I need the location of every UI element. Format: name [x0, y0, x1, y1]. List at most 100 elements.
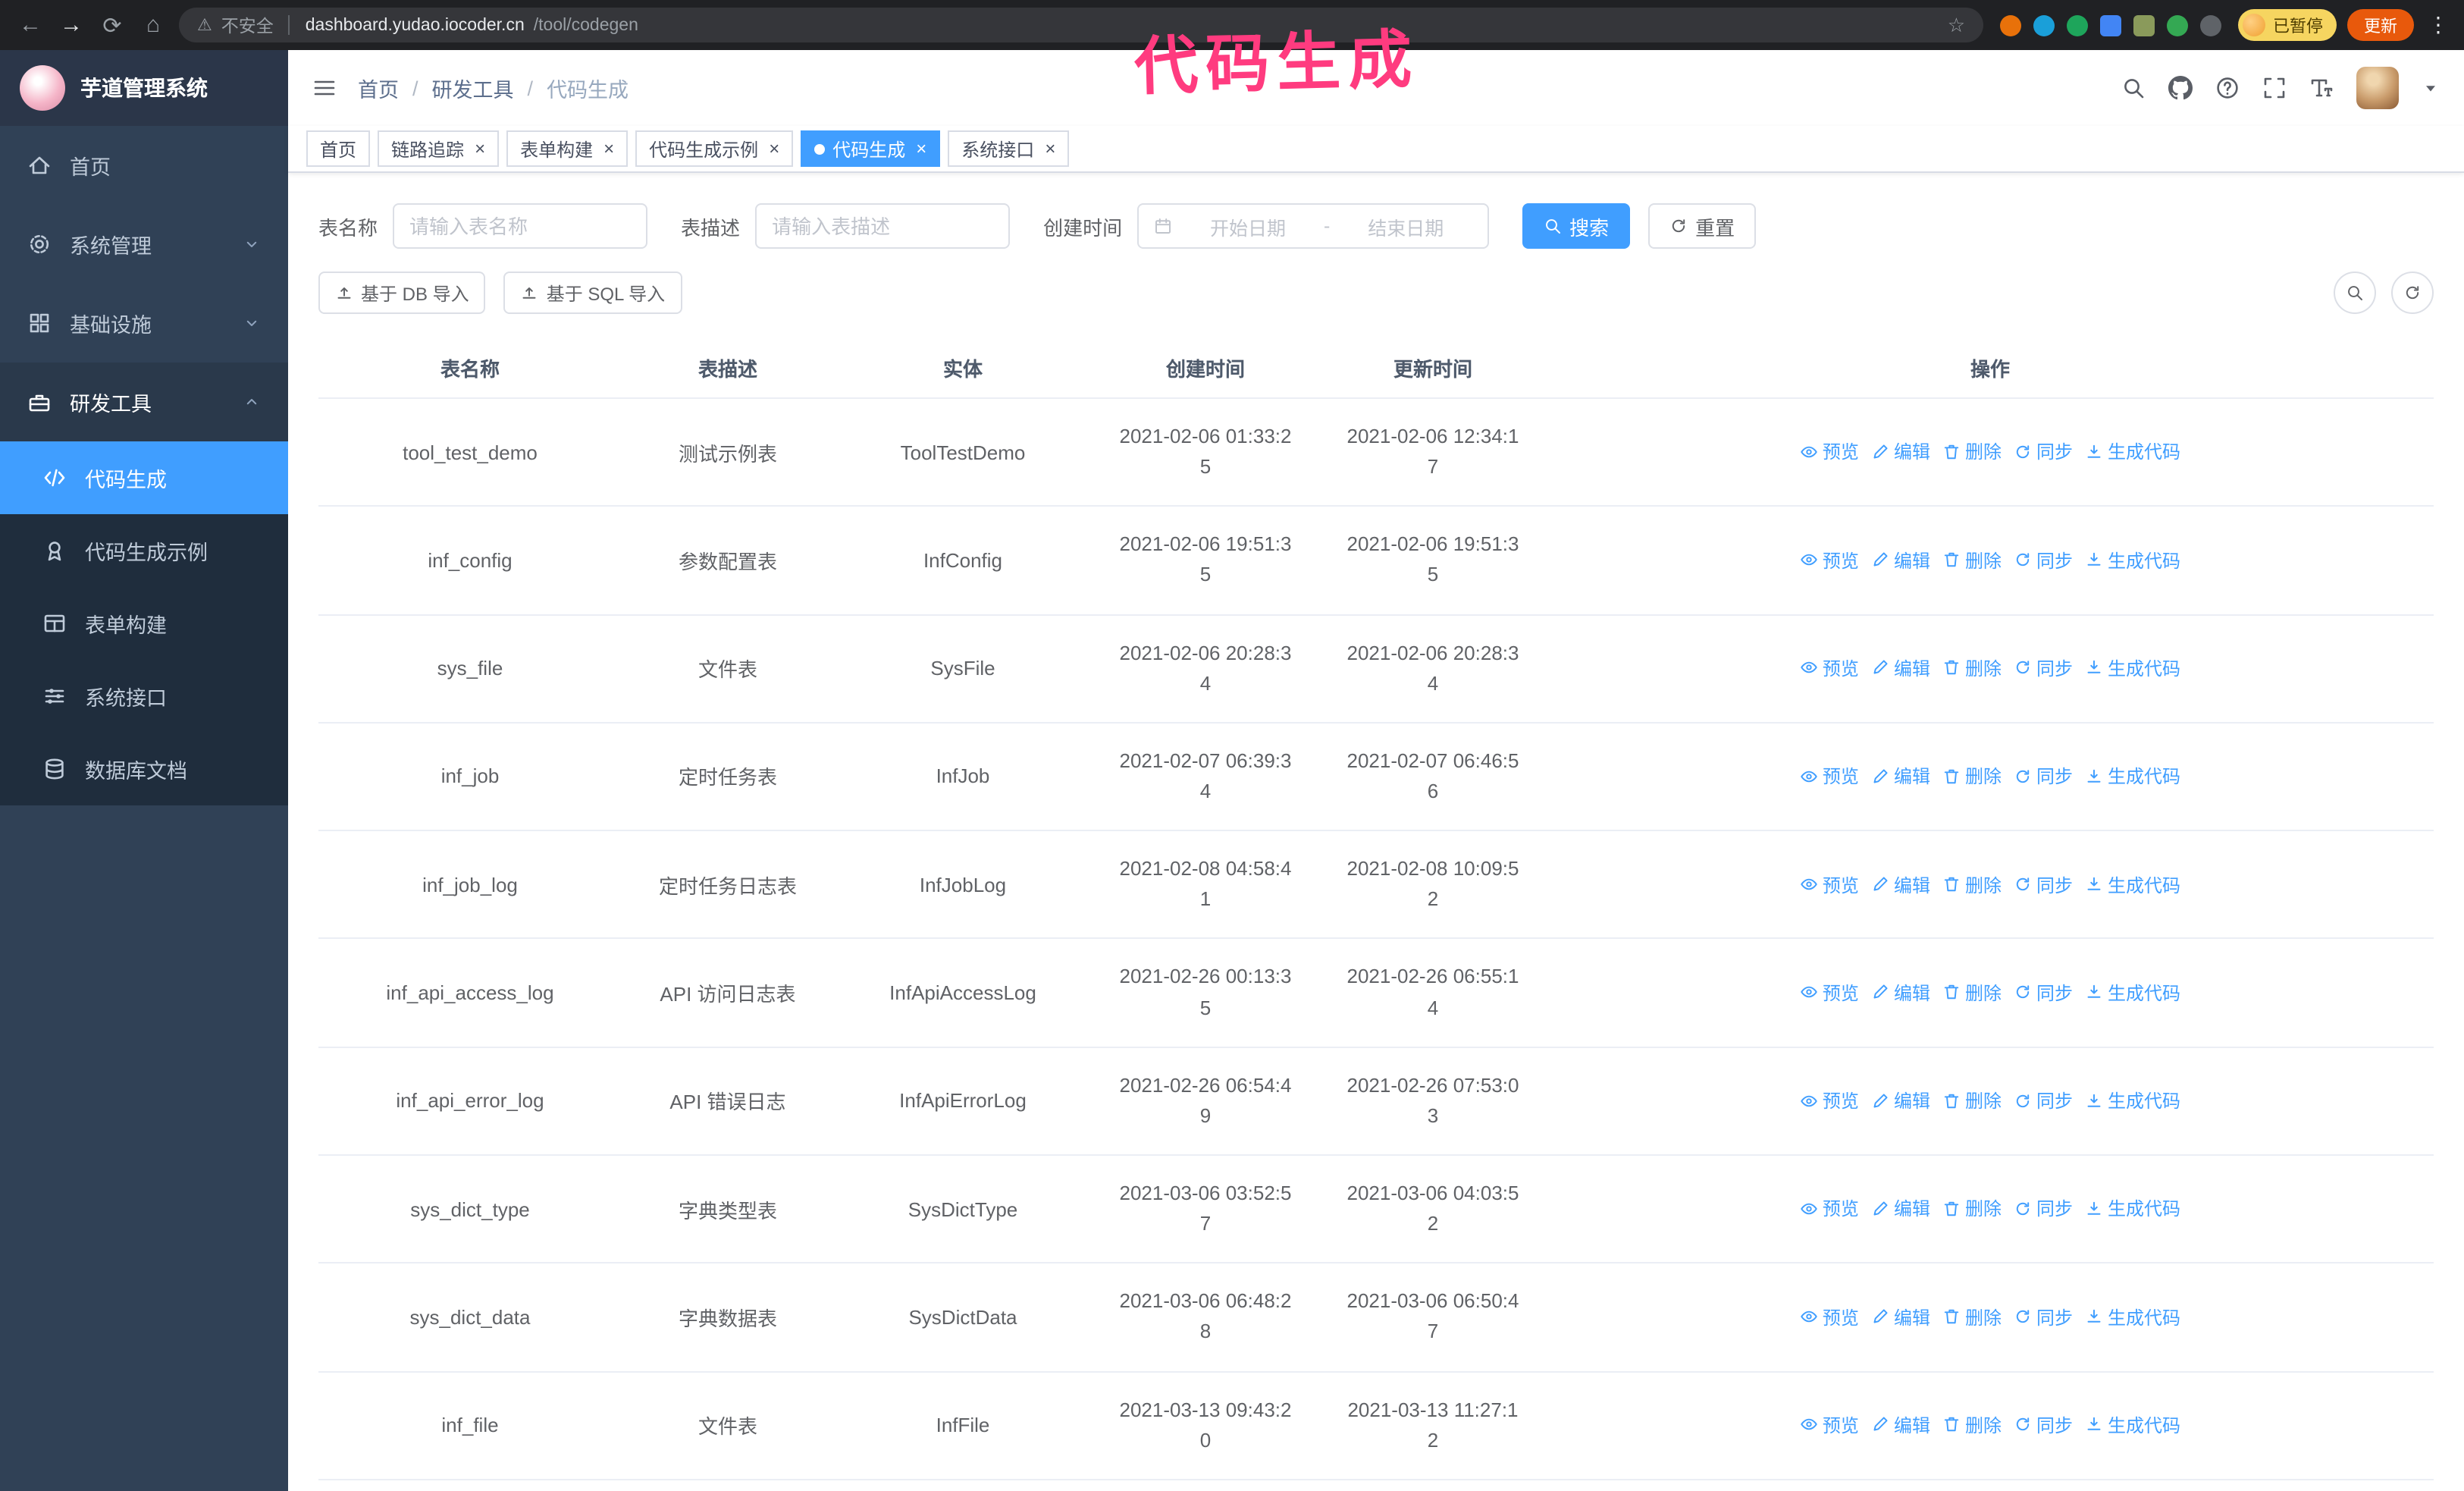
sidebar-item-1[interactable]: 系统管理: [0, 205, 288, 284]
close-icon[interactable]: ×: [769, 140, 779, 158]
generate-code-link[interactable]: 生成代码: [2085, 1196, 2180, 1222]
date-range-picker[interactable]: 开始日期 - 结束日期: [1137, 203, 1490, 249]
extension-icon[interactable]: [2000, 14, 2021, 36]
tab-4[interactable]: 代码生成 ×: [801, 130, 941, 167]
sync-link[interactable]: 同步: [2014, 1412, 2073, 1438]
logo[interactable]: 芋道管理系统: [0, 50, 288, 126]
delete-link[interactable]: 删除: [1942, 655, 2002, 681]
generate-code-link[interactable]: 生成代码: [2085, 871, 2180, 897]
edit-link[interactable]: 编辑: [1871, 871, 1930, 897]
delete-link[interactable]: 删除: [1942, 1196, 2002, 1222]
edit-link[interactable]: 编辑: [1871, 763, 1930, 789]
sidebar-item-3[interactable]: 研发工具: [0, 363, 288, 441]
forward-button[interactable]: →: [56, 8, 86, 42]
edit-link[interactable]: 编辑: [1871, 1088, 1930, 1113]
puzzle-extension-icon[interactable]: [2200, 14, 2221, 36]
sync-link[interactable]: 同步: [2014, 763, 2073, 789]
preview-link[interactable]: 预览: [1800, 980, 1859, 1006]
preview-link[interactable]: 预览: [1800, 547, 1859, 573]
table-name-input[interactable]: [393, 203, 648, 249]
generate-code-link[interactable]: 生成代码: [2085, 655, 2180, 681]
generate-code-link[interactable]: 生成代码: [2085, 547, 2180, 573]
tab-1[interactable]: 链路追踪 ×: [378, 130, 500, 167]
extension-icon[interactable]: [2067, 14, 2088, 36]
search-button[interactable]: 搜索: [1522, 203, 1631, 249]
search-icon[interactable]: [2121, 76, 2146, 100]
sidebar-subitem-3[interactable]: 系统接口: [0, 660, 288, 733]
sidebar-subitem-1[interactable]: 代码生成示例: [0, 514, 288, 587]
table-desc-input[interactable]: [755, 203, 1011, 249]
close-icon[interactable]: ×: [475, 140, 485, 158]
generate-code-link[interactable]: 生成代码: [2085, 980, 2180, 1006]
sidebar-item-0[interactable]: 首页: [0, 126, 288, 205]
delete-link[interactable]: 删除: [1942, 871, 2002, 897]
reload-button[interactable]: ⟳: [97, 8, 127, 42]
sidebar-subitem-2[interactable]: 表单构建: [0, 587, 288, 660]
delete-link[interactable]: 删除: [1942, 439, 2002, 465]
refresh-table-button[interactable]: [2391, 272, 2434, 314]
delete-link[interactable]: 删除: [1942, 763, 2002, 789]
breadcrumb-item[interactable]: 首页: [358, 73, 399, 103]
preview-link[interactable]: 预览: [1800, 871, 1859, 897]
generate-code-link[interactable]: 生成代码: [2085, 1304, 2180, 1329]
preview-link[interactable]: 预览: [1800, 1304, 1859, 1329]
toggle-search-button[interactable]: [2334, 272, 2376, 314]
sidebar-subitem-4[interactable]: 数据库文档: [0, 733, 288, 805]
delete-link[interactable]: 删除: [1942, 1412, 2002, 1438]
generate-code-link[interactable]: 生成代码: [2085, 763, 2180, 789]
security-label[interactable]: 不安全: [221, 13, 274, 37]
address-bar[interactable]: ⚠ 不安全 dashboard.yudao.iocoder.cn/tool/co…: [179, 8, 1983, 42]
extension-icon[interactable]: [2033, 14, 2055, 36]
reset-button[interactable]: 重置: [1648, 203, 1757, 249]
tab-3[interactable]: 代码生成示例 ×: [635, 130, 794, 167]
edit-link[interactable]: 编辑: [1871, 439, 1930, 465]
preview-link[interactable]: 预览: [1800, 655, 1859, 681]
preview-link[interactable]: 预览: [1800, 763, 1859, 789]
delete-link[interactable]: 删除: [1942, 547, 2002, 573]
preview-link[interactable]: 预览: [1800, 1088, 1859, 1113]
extension-icon[interactable]: [2133, 14, 2155, 36]
close-icon[interactable]: ×: [603, 140, 614, 158]
edit-link[interactable]: 编辑: [1871, 1304, 1930, 1329]
help-icon[interactable]: [2215, 76, 2240, 100]
edit-link[interactable]: 编辑: [1871, 1412, 1930, 1438]
sidebar-toggle-icon[interactable]: [312, 76, 337, 100]
sync-link[interactable]: 同步: [2014, 655, 2073, 681]
generate-code-link[interactable]: 生成代码: [2085, 439, 2180, 465]
delete-link[interactable]: 删除: [1942, 1088, 2002, 1113]
preview-link[interactable]: 预览: [1800, 1412, 1859, 1438]
sync-link[interactable]: 同步: [2014, 871, 2073, 897]
caret-down-icon[interactable]: [2422, 79, 2440, 97]
edit-link[interactable]: 编辑: [1871, 1196, 1930, 1222]
profile-paused-chip[interactable]: 已暂停: [2238, 9, 2337, 41]
edit-link[interactable]: 编辑: [1871, 655, 1930, 681]
sync-link[interactable]: 同步: [2014, 439, 2073, 465]
bookmark-star-icon[interactable]: ☆: [1948, 13, 1965, 37]
sidebar-subitem-0[interactable]: 代码生成: [0, 441, 288, 514]
import-db-button[interactable]: 基于 DB 导入: [318, 272, 486, 314]
font-size-icon[interactable]: [2309, 76, 2334, 100]
breadcrumb-item[interactable]: 研发工具: [432, 73, 514, 103]
generate-code-link[interactable]: 生成代码: [2085, 1088, 2180, 1113]
update-button[interactable]: 更新: [2347, 9, 2414, 41]
edit-link[interactable]: 编辑: [1871, 547, 1930, 573]
sidebar-item-2[interactable]: 基础设施: [0, 284, 288, 363]
back-button[interactable]: ←: [15, 8, 45, 42]
generate-code-link[interactable]: 生成代码: [2085, 1412, 2180, 1438]
browser-menu-icon[interactable]: ⋮: [2428, 12, 2449, 38]
user-avatar[interactable]: [2356, 67, 2399, 109]
close-icon[interactable]: ×: [916, 140, 926, 158]
delete-link[interactable]: 删除: [1942, 1304, 2002, 1329]
preview-link[interactable]: 预览: [1800, 1196, 1859, 1222]
fullscreen-icon[interactable]: [2262, 76, 2287, 100]
tab-0[interactable]: 首页: [306, 130, 371, 167]
extension-icon[interactable]: [2167, 14, 2188, 36]
sync-link[interactable]: 同步: [2014, 1088, 2073, 1113]
sync-link[interactable]: 同步: [2014, 980, 2073, 1006]
sync-link[interactable]: 同步: [2014, 1196, 2073, 1222]
import-sql-button[interactable]: 基于 SQL 导入: [503, 272, 682, 314]
delete-link[interactable]: 删除: [1942, 980, 2002, 1006]
tab-2[interactable]: 表单构建 ×: [506, 130, 629, 167]
sync-link[interactable]: 同步: [2014, 547, 2073, 573]
tab-5[interactable]: 系统接口 ×: [948, 130, 1070, 167]
